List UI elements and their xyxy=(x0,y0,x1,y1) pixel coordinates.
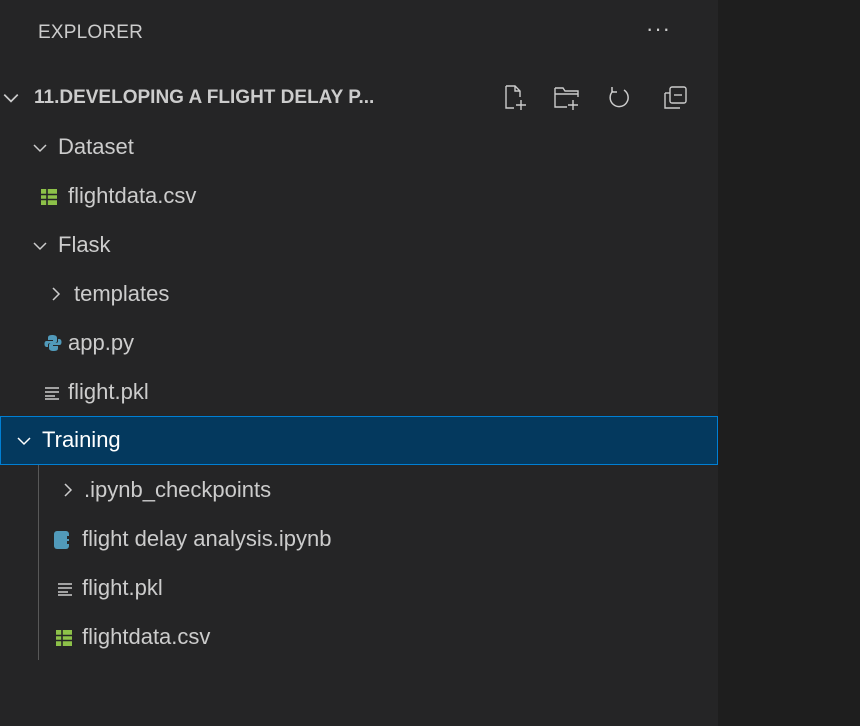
tree-item-label: .ipynb_checkpoints xyxy=(84,477,272,502)
workspace-section-header[interactable]: 11.DEVELOPING A FLIGHT DELAY P... xyxy=(0,75,718,123)
tree-file-flight-pkl[interactable]: flight.pkl xyxy=(0,368,718,417)
tree-file-app-py[interactable]: app.py xyxy=(0,319,718,368)
workspace-title: 11.DEVELOPING A FLIGHT DELAY P... xyxy=(34,87,375,108)
tree-file-flightdata-csv[interactable]: flightdata.csv xyxy=(0,172,718,221)
tree-file-notebook[interactable]: flight delay analysis.ipynb xyxy=(0,515,718,564)
tree-file-flightdata-csv[interactable]: flightdata.csv xyxy=(0,613,718,662)
tree-item-label: flight.pkl xyxy=(68,379,149,404)
tree-item-label: Training xyxy=(42,427,121,452)
tree-item-label: Dataset xyxy=(58,134,134,159)
csv-file-icon xyxy=(41,189,57,205)
explorer-header: EXPLORER ··· xyxy=(0,0,718,70)
tree-item-label: app.py xyxy=(68,330,135,355)
chevron-down-icon xyxy=(17,437,31,446)
tree-file-flight-pkl[interactable]: flight.pkl xyxy=(0,564,718,613)
more-actions-icon[interactable]: ··· xyxy=(646,16,671,42)
tree-item-label: templates xyxy=(74,281,170,306)
explorer-title: EXPLORER xyxy=(38,22,144,43)
editor-area xyxy=(718,0,860,726)
notebook-file-icon xyxy=(54,531,70,549)
chevron-right-icon xyxy=(52,287,61,301)
refresh-icon[interactable] xyxy=(604,83,634,113)
chevron-down-icon xyxy=(3,94,19,103)
new-file-icon[interactable] xyxy=(500,83,530,113)
chevron-right-icon xyxy=(64,483,73,497)
explorer-sidebar: EXPLORER ··· 11.DEVELOPING A FLIGHT DELA… xyxy=(0,0,718,726)
python-file-icon xyxy=(44,335,62,351)
tree-folder-ipynb-checkpoints[interactable]: .ipynb_checkpoints xyxy=(0,466,718,515)
chevron-down-icon xyxy=(33,144,47,153)
new-folder-icon[interactable] xyxy=(552,83,582,113)
tree-folder-dataset[interactable]: Dataset xyxy=(0,123,718,172)
collapse-all-icon[interactable] xyxy=(660,83,690,113)
tree-folder-training[interactable]: Training xyxy=(0,416,718,465)
text-file-icon xyxy=(58,583,72,596)
tree-folder-templates[interactable]: templates xyxy=(0,270,718,319)
chevron-down-icon xyxy=(33,242,47,251)
text-file-icon xyxy=(45,387,59,400)
tree-folder-flask[interactable]: Flask xyxy=(0,221,718,270)
tree-item-label: flightdata.csv xyxy=(82,624,211,649)
tree-item-label: Flask xyxy=(58,232,111,257)
tree-item-label: flightdata.csv xyxy=(68,183,197,208)
csv-file-icon xyxy=(56,630,72,646)
tree-item-label: flight.pkl xyxy=(82,575,163,600)
tree-item-label: flight delay analysis.ipynb xyxy=(82,526,332,551)
